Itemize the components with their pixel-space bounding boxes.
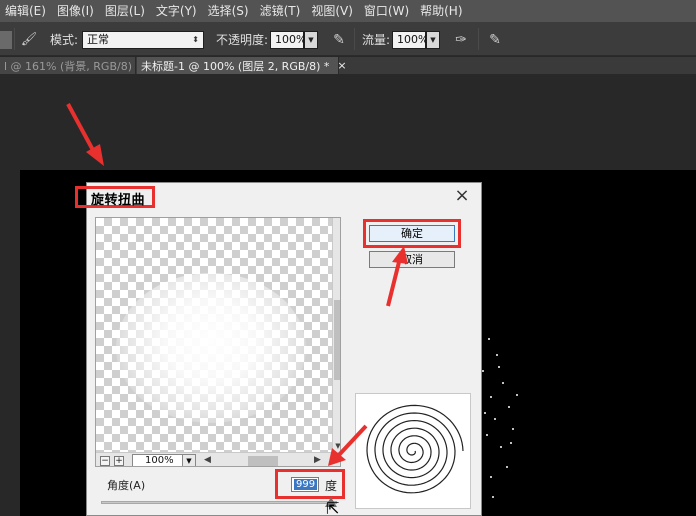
tab-label: l @ 161% (背景, RGB/8) [4,59,132,73]
menu-window[interactable]: 窗口(W) [359,0,415,22]
particle [492,496,494,498]
mode-label: 模式: [50,32,79,47]
particle [512,428,514,430]
scrollbar-thumb[interactable] [248,456,278,466]
ok-button[interactable]: 确定 [369,225,455,242]
annotation-arrow-angle [328,424,368,466]
flow-label: 流量: [362,32,391,47]
annotation-box-angle [275,469,345,499]
zoom-value: 100% [145,455,174,466]
scrollbar-thumb[interactable] [334,300,340,380]
mode-value: 正常 [87,33,109,46]
opacity-label: 不透明度: [216,32,269,47]
close-icon[interactable]: × [337,59,346,72]
angle-label: 角度(A) [107,479,146,492]
menu-select[interactable]: 选择(S) [203,0,255,22]
annotation-arrow-ok [386,246,408,307]
menu-type[interactable]: 文字(Y) [151,0,203,22]
particle [494,418,496,420]
pressure-opacity-icon[interactable]: ✎ [330,31,348,49]
options-divider [478,28,479,50]
mode-select[interactable]: 正常 ⬍ [82,31,204,49]
particle [488,338,490,340]
particle [484,412,486,414]
particle [508,406,510,408]
scroll-right-icon[interactable]: ▶ [314,455,321,465]
zoom-select[interactable]: 100% ▼ [132,454,196,466]
dialog-title: 旋转扭曲 [91,193,146,208]
zoom-in-button[interactable]: + [114,456,124,466]
options-divider [14,28,15,50]
tab-document-untitled[interactable]: 未标题-1 @ 100% (图层 2, RGB/8) * × [137,57,347,74]
close-icon[interactable]: × [453,187,471,205]
particle [506,466,508,468]
swirl-preview-image [116,273,306,423]
filter-preview[interactable]: ▼ − + 100% ▼ ◀ ▶ [95,217,341,467]
airbrush-icon[interactable]: ✑ [452,31,470,49]
particle [496,354,498,356]
preview-vertical-scrollbar[interactable]: ▼ [332,218,340,452]
menu-edit[interactable]: 编辑(E) [0,0,52,22]
tab-label: 未标题-1 @ 100% (图层 2, RGB/8) * [141,59,330,73]
particle [502,382,504,384]
particle [490,396,492,398]
preview-horizontal-scrollbar: − + 100% ▼ ◀ ▶ [96,452,340,466]
angle-slider[interactable] [101,501,337,504]
particle [490,476,492,478]
particle [498,366,500,368]
particle [486,434,488,436]
options-bar: 🖌 模式: 正常 ⬍ 不透明度: 100% ▼ ✎ 流量: 100% ▼ ✑ ✎ [0,22,696,56]
menu-image[interactable]: 图像(I) [52,0,100,22]
chevron-down-icon[interactable]: ▼ [182,455,195,466]
zoom-out-button[interactable]: − [100,456,110,466]
document-tab-bar: l @ 161% (背景, RGB/8) × 未标题-1 @ 100% (图层 … [0,57,696,74]
menu-layer[interactable]: 图层(L) [100,0,151,22]
opacity-dropdown[interactable]: ▼ [304,31,318,49]
flow-input[interactable]: 100% [392,31,428,49]
menu-help[interactable]: 帮助(H) [415,0,468,22]
particle [500,446,502,448]
mouse-cursor-icon: ⇱ [326,499,340,516]
twirl-dialog: 旋转扭曲 × ▼ − + 100% ▼ ◀ ▶ 确定 取消 角度(A) 999 … [75,182,482,516]
annotation-arrow-title [66,103,104,166]
brush-size-icon[interactable] [0,31,12,49]
particle [510,442,512,444]
updown-icon: ⬍ [192,35,199,44]
tab-document-background[interactable]: l @ 161% (背景, RGB/8) × [0,57,149,74]
particle [482,370,484,372]
options-divider [354,28,355,50]
menu-filter[interactable]: 滤镜(T) [255,0,307,22]
menu-view[interactable]: 视图(V) [306,0,359,22]
particle [516,394,518,396]
scroll-left-icon[interactable]: ◀ [204,455,211,465]
flow-dropdown[interactable]: ▼ [426,31,440,49]
opacity-input[interactable]: 100% [270,31,306,49]
brush-preset-icon[interactable]: 🖌 [20,31,38,49]
menu-bar: 编辑(E) 图像(I) 图层(L) 文字(Y) 选择(S) 滤镜(T) 视图(V… [0,0,696,22]
pressure-flow-icon[interactable]: ✎ [486,31,504,49]
